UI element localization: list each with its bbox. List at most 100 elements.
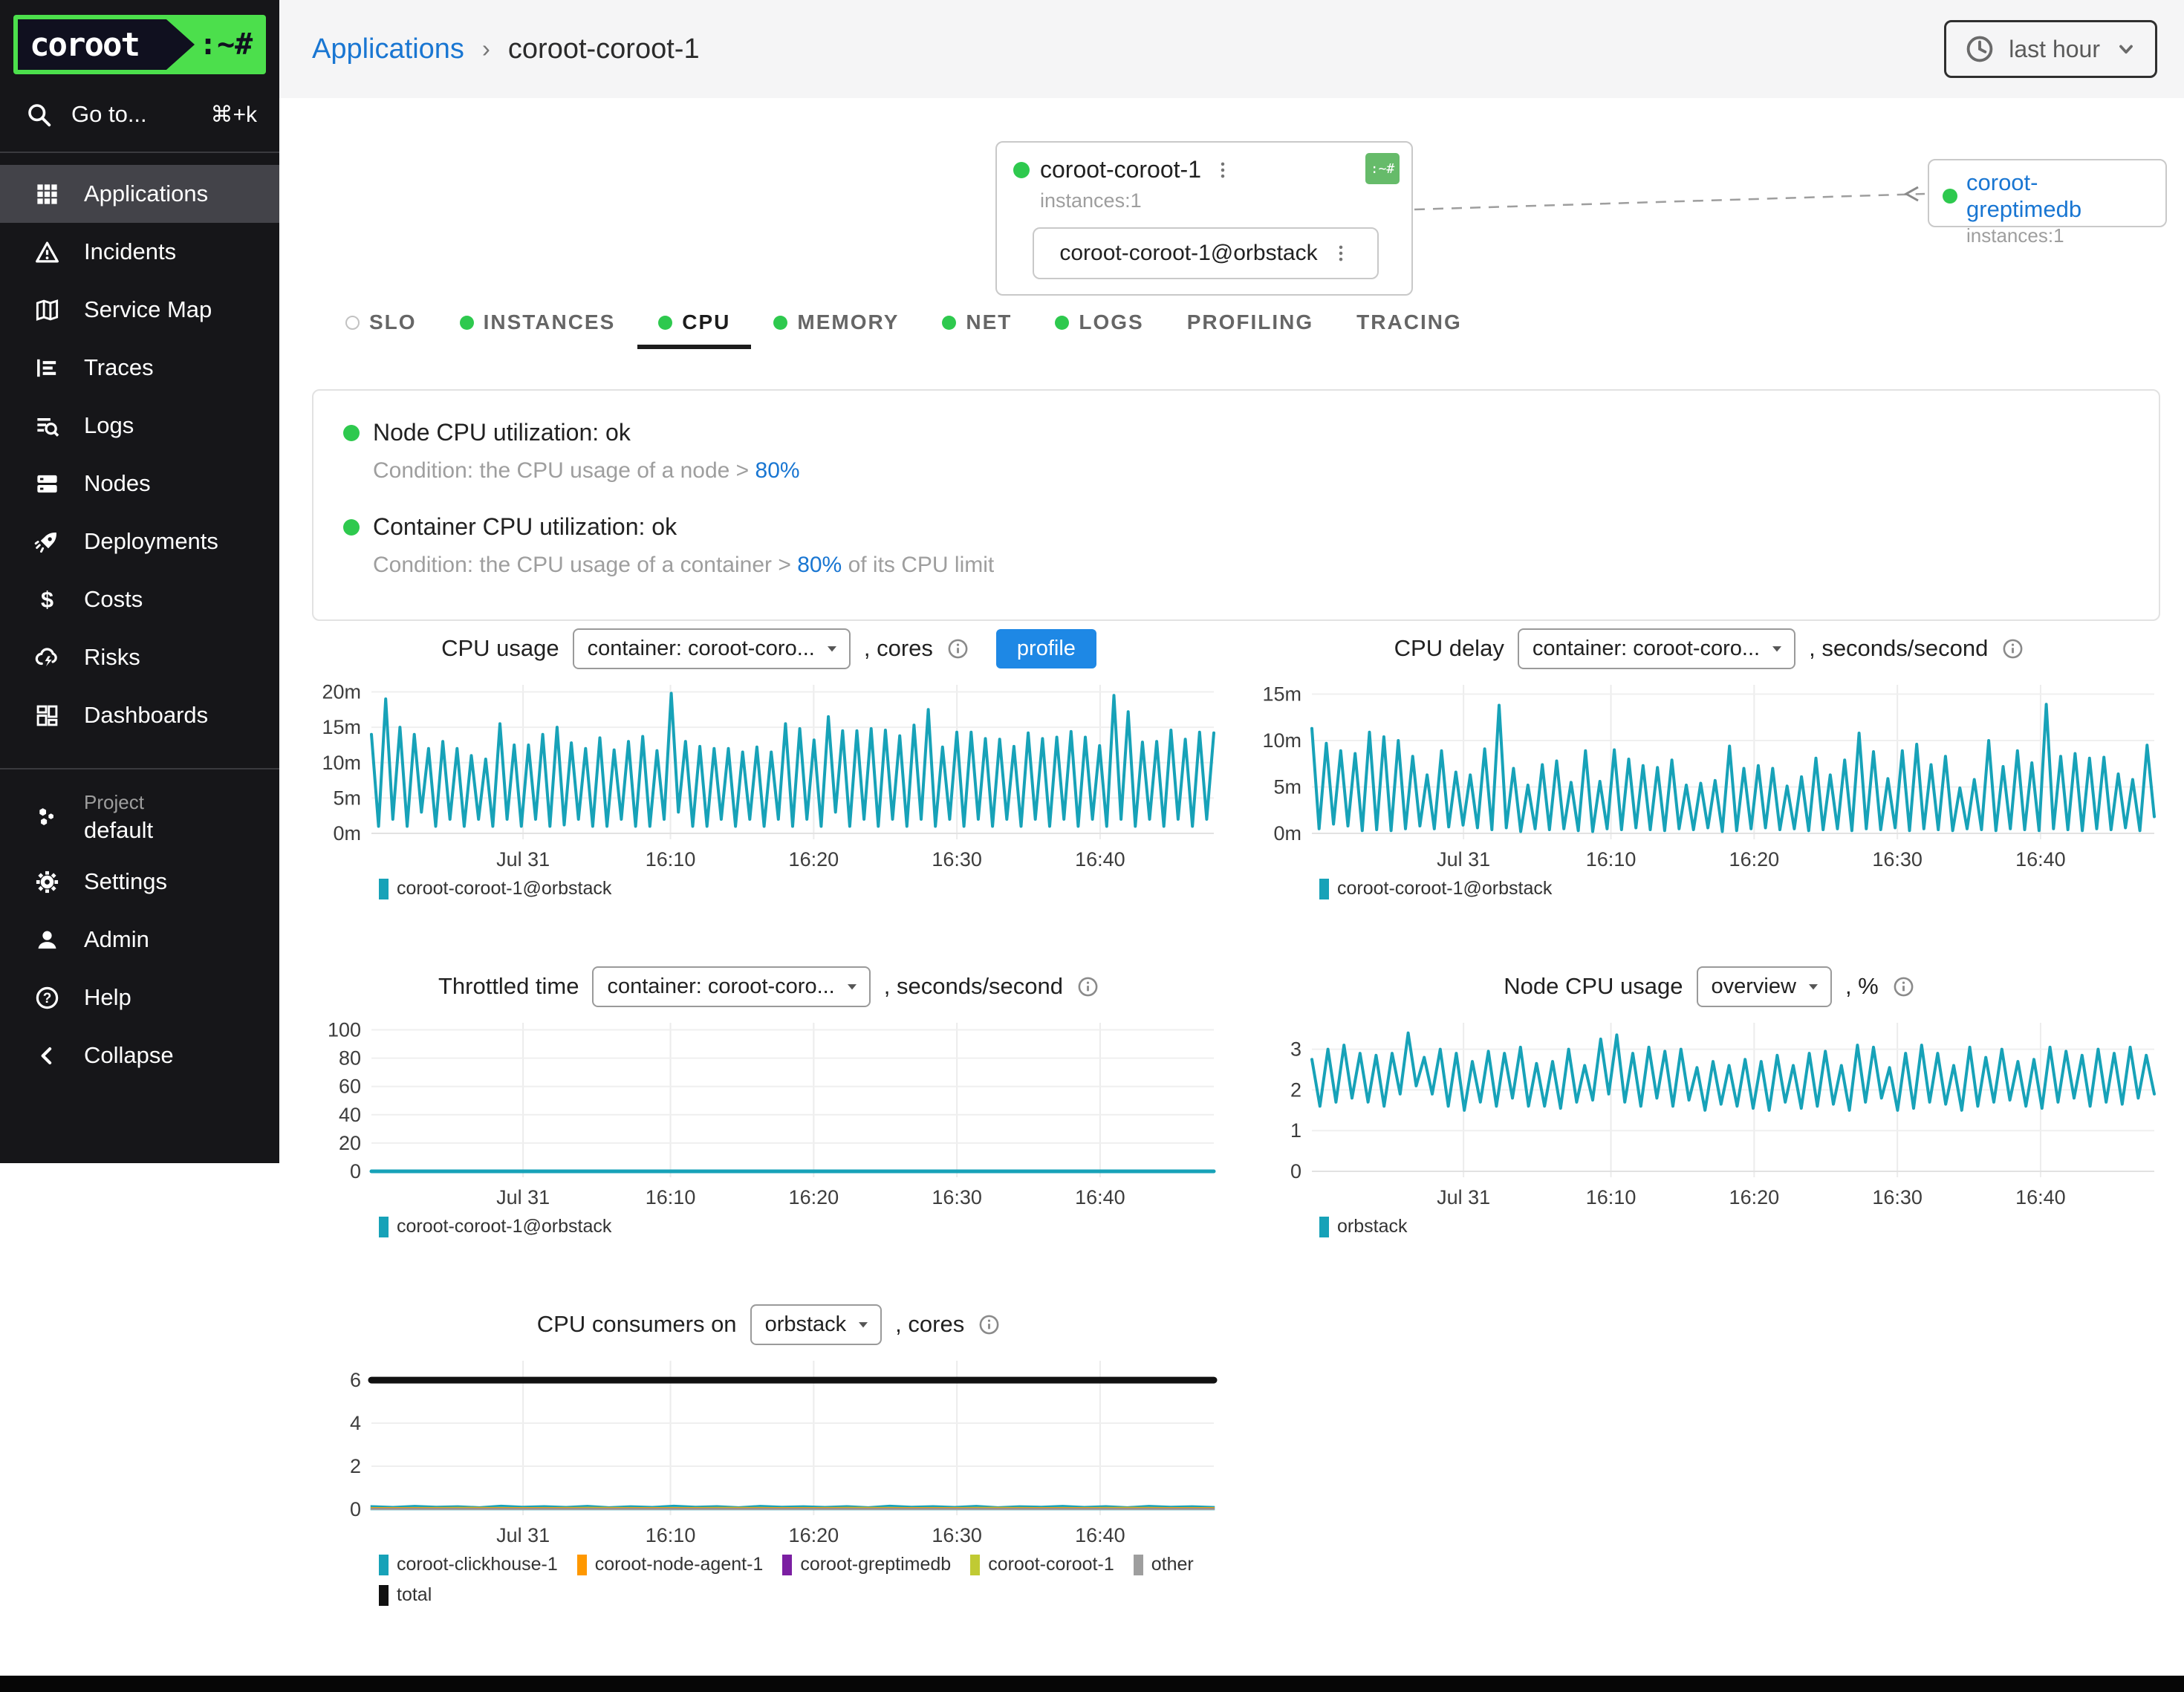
info-icon[interactable] — [2001, 637, 2024, 660]
legend-item-coroot-node-agent-1[interactable]: coroot-node-agent-1 — [577, 1554, 764, 1575]
profile-button[interactable]: profile — [996, 629, 1096, 668]
chart-plot-cpu-usage[interactable]: Jul 3116:1016:2016:3016:400m5m10m15m20m — [312, 674, 1226, 876]
chart-node-cpu-usage: Node CPU usageoverview, %Jul 3116:1016:2… — [1252, 965, 2166, 1237]
legend-item-coroot-coroot-1-orbstack[interactable]: coroot-coroot-1@orbstack — [379, 1216, 611, 1237]
kebab-icon[interactable] — [1330, 242, 1352, 264]
x-tick-label: 16:40 — [1075, 848, 1125, 871]
chart-plot-throttled-time[interactable]: Jul 3116:1016:2016:3016:40020406080100 — [312, 1012, 1226, 1214]
tab-cpu[interactable]: CPU — [658, 310, 730, 349]
sidebar-item-label: Collapse — [84, 1042, 174, 1069]
chart-selector-value: container: coroot-coro... — [588, 637, 815, 661]
legend-item-total[interactable]: total — [379, 1584, 432, 1606]
tab-instances[interactable]: INSTANCES — [460, 310, 616, 349]
chart-cpu-usage: CPU usagecontainer: coroot-coro..., core… — [312, 627, 1226, 899]
chart-selector-dropdown[interactable]: container: coroot-coro... — [573, 628, 851, 669]
check-condition: Condition: the CPU usage of a node > 80% — [373, 458, 2129, 484]
sidebar-item-costs[interactable]: $Costs — [0, 570, 279, 628]
x-tick-label: 16:20 — [789, 848, 839, 871]
y-tick-label: 0 — [1290, 1160, 1301, 1182]
sidebar-item-settings[interactable]: Settings — [0, 853, 279, 911]
tab-profiling[interactable]: PROFILING — [1187, 310, 1313, 349]
legend-item-coroot-coroot-1[interactable]: coroot-coroot-1 — [970, 1554, 1114, 1575]
check-threshold-link[interactable]: 80% — [755, 458, 800, 483]
legend-item-coroot-clickhouse-1[interactable]: coroot-clickhouse-1 — [379, 1554, 558, 1575]
sidebar-item-service-map[interactable]: Service Map — [0, 281, 279, 339]
y-tick-label: 3 — [1290, 1038, 1301, 1061]
legend-item-coroot-coroot-1-orbstack[interactable]: coroot-coroot-1@orbstack — [1319, 878, 1552, 899]
chart-selector-dropdown[interactable]: orbstack — [750, 1304, 883, 1345]
sidebar-item-logs[interactable]: Logs — [0, 397, 279, 455]
instance-box-orbstack[interactable]: coroot-coroot-1@orbstack — [1033, 227, 1379, 279]
sidebar-item-risks[interactable]: Risks — [0, 628, 279, 686]
logo-text: coroot — [18, 19, 195, 70]
legend-item-other[interactable]: other — [1134, 1554, 1194, 1575]
tab-memory[interactable]: MEMORY — [773, 310, 899, 349]
info-icon[interactable] — [978, 1313, 1001, 1336]
check-condition: Condition: the CPU usage of a container … — [373, 553, 2129, 578]
legend-item-orbstack[interactable]: orbstack — [1319, 1216, 1407, 1237]
tab-tracing[interactable]: TRACING — [1356, 310, 1462, 349]
sidebar-item-dashboards[interactable]: Dashboards — [0, 686, 279, 744]
hexagons-icon — [34, 804, 60, 830]
tab-label: INSTANCES — [484, 310, 616, 334]
linked-card-name[interactable]: coroot-greptimedb — [1966, 169, 2152, 223]
sidebar-item-label: Nodes — [84, 470, 151, 497]
sidebar-item-label: Deployments — [84, 528, 218, 555]
sidebar-divider — [0, 152, 279, 153]
check-condition-text: Condition: the CPU usage of a node > — [373, 458, 755, 483]
project-text: Project default — [84, 791, 153, 844]
app-card-coroot-coroot-1[interactable]: coroot-coroot-1 :~# instances:1 coroot-c… — [995, 141, 1413, 296]
chart-plot-cpu-consumers-on[interactable]: Jul 3116:1016:2016:3016:400246 — [312, 1350, 1226, 1552]
charts-grid: CPU usagecontainer: coroot-coro..., core… — [312, 627, 2166, 1606]
chart-selector-dropdown[interactable]: container: coroot-coro... — [592, 966, 870, 1007]
sidebar-item-admin[interactable]: Admin — [0, 911, 279, 969]
sidebar-item-deployments[interactable]: Deployments — [0, 513, 279, 570]
info-icon[interactable] — [946, 637, 969, 660]
sidebar-item-incidents[interactable]: Incidents — [0, 223, 279, 281]
tab-net[interactable]: NET — [942, 310, 1012, 349]
linked-card-coroot-greptimedb[interactable]: coroot-greptimedb instances:1 — [1928, 159, 2167, 227]
sidebar-item-traces[interactable]: Traces — [0, 339, 279, 397]
chart-selector-dropdown[interactable]: overview — [1697, 966, 1832, 1007]
chart-legend: coroot-clickhouse-1 coroot-node-agent-1 co… — [379, 1554, 1226, 1606]
legend-item-coroot-greptimedb[interactable]: coroot-greptimedb — [782, 1554, 951, 1575]
check-threshold-link[interactable]: 80% — [797, 553, 842, 577]
coroot-logo[interactable]: coroot :~# — [13, 15, 266, 74]
chart-plot-cpu-delay[interactable]: Jul 3116:1016:2016:3016:400m5m10m15m — [1252, 674, 2166, 876]
tab-status-dot — [942, 316, 956, 330]
sidebar-item-nodes[interactable]: Nodes — [0, 455, 279, 513]
time-range-picker[interactable]: last hour — [1944, 20, 2157, 78]
tab-logs[interactable]: LOGS — [1055, 310, 1143, 349]
legend-swatch — [379, 1555, 389, 1575]
check-title: Container CPU utilization: ok — [373, 513, 677, 541]
y-tick-label: 20 — [339, 1132, 361, 1154]
goto-search[interactable]: Go to... ⌘+k — [25, 101, 257, 128]
info-icon[interactable] — [1892, 975, 1915, 998]
clock-icon — [1964, 33, 1995, 65]
tab-label: LOGS — [1079, 310, 1143, 334]
cpu-checks-panel: Node CPU utilization: okCondition: the C… — [312, 389, 2160, 621]
sidebar-item-help[interactable]: ?Help — [0, 969, 279, 1026]
tab-slo[interactable]: SLO — [345, 310, 417, 349]
linked-card-instances: instances:1 — [1966, 224, 2152, 247]
chart-plot-node-cpu-usage[interactable]: Jul 3116:1016:2016:3016:400123 — [1252, 1012, 2166, 1214]
kebab-icon[interactable] — [1212, 159, 1234, 181]
kebab-menu-icon-slot[interactable] — [1330, 242, 1352, 264]
goto-shortcut: ⌘+k — [210, 102, 257, 128]
sidebar-item-project[interactable]: Project default — [0, 781, 279, 853]
coroot-app: coroot :~# Go to... ⌘+k ApplicationsInci… — [0, 0, 2184, 1692]
clock-icon-slot — [1964, 33, 1995, 65]
dropdown-arrow-icon — [1802, 975, 1824, 998]
breadcrumb-applications-link[interactable]: Applications — [312, 33, 464, 65]
chart-selector-dropdown[interactable]: container: coroot-coro... — [1518, 628, 1795, 669]
sidebar-item-applications[interactable]: Applications — [0, 165, 279, 223]
tab-label: CPU — [682, 310, 730, 334]
tab-label: PROFILING — [1187, 310, 1313, 334]
series-line-coroot-coroot-1-orbstack — [1312, 704, 2154, 831]
sidebar-footer: SettingsAdmin?Help Collapse — [0, 853, 279, 1084]
info-icon[interactable] — [1076, 975, 1099, 998]
sidebar-item-collapse[interactable]: Collapse — [0, 1026, 279, 1084]
x-tick-label: 16:40 — [1075, 1524, 1125, 1546]
kebab-menu-icon-slot[interactable] — [1212, 159, 1234, 181]
legend-item-coroot-coroot-1-orbstack[interactable]: coroot-coroot-1@orbstack — [379, 878, 611, 899]
